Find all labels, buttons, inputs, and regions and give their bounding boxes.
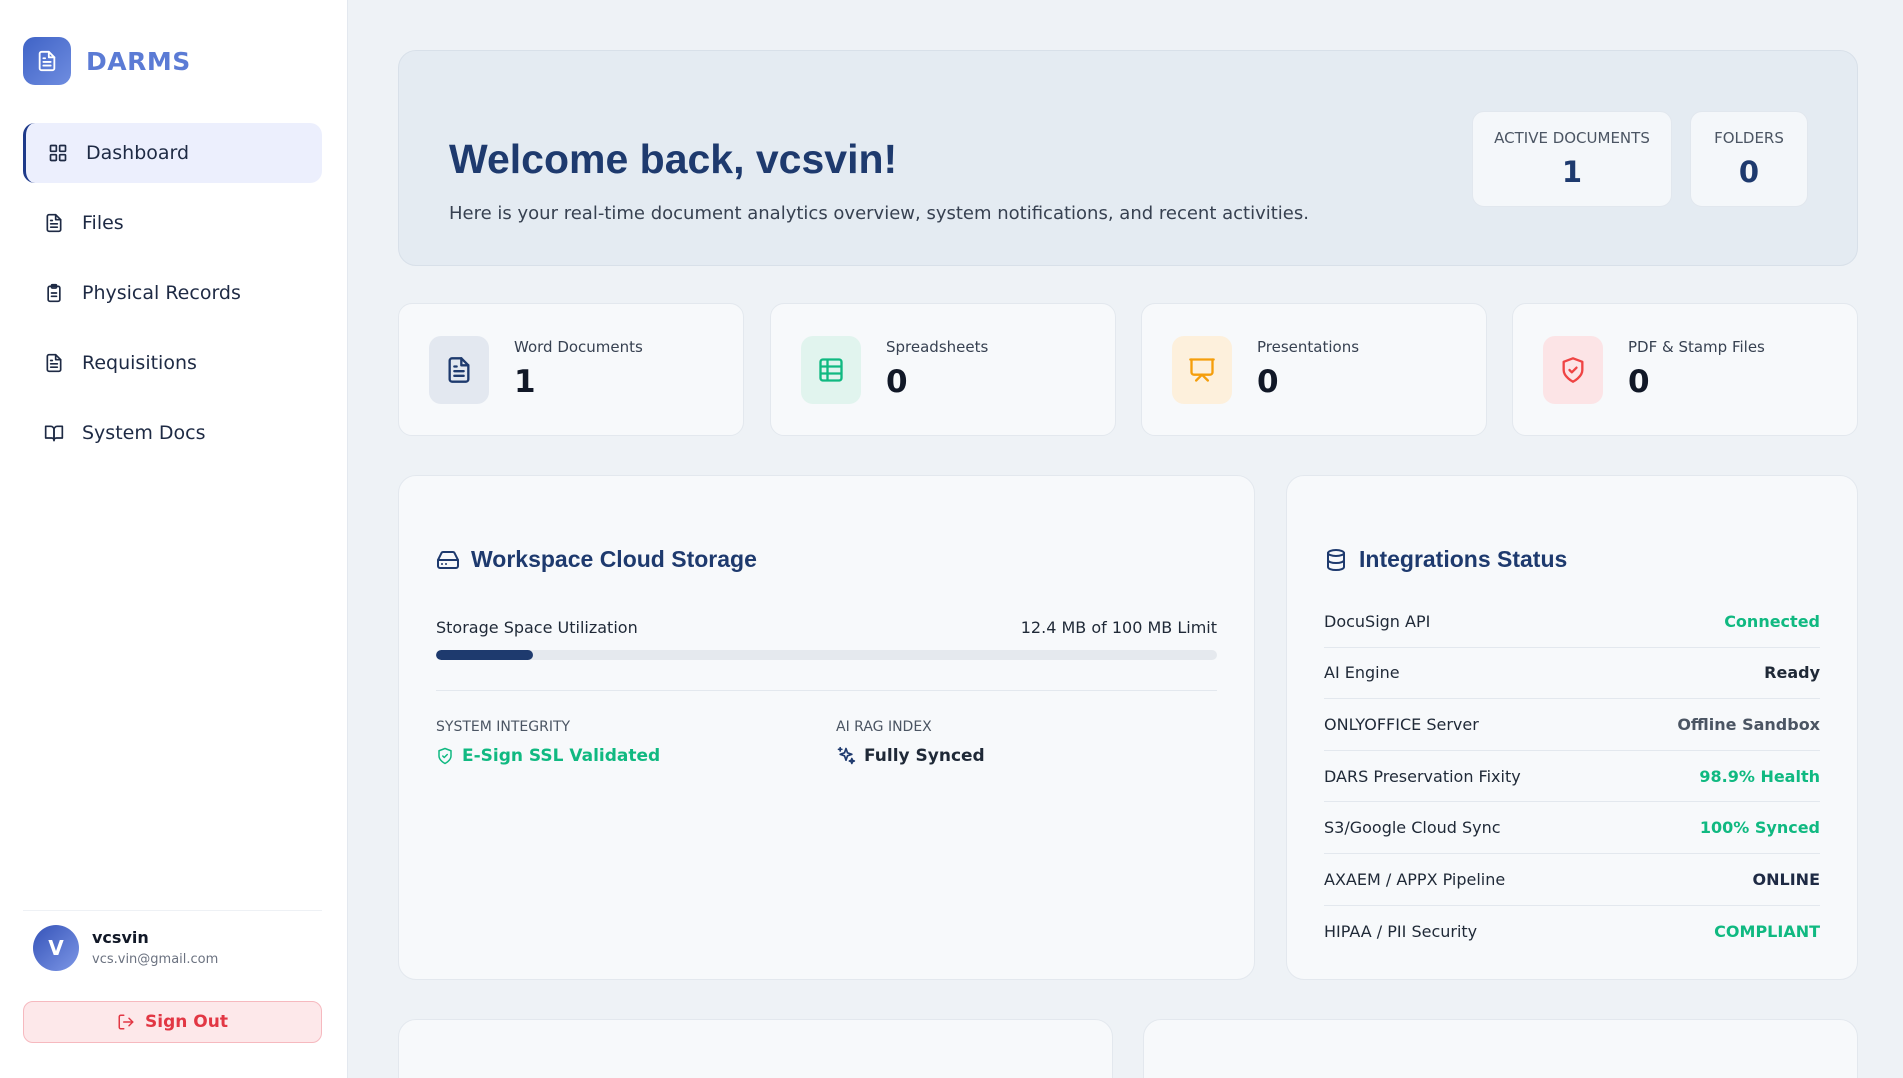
stat-value: 0 — [1257, 364, 1279, 400]
sidebar: DARMS Dashboard Files Physical Records R… — [0, 0, 348, 1078]
presentation-icon — [1172, 336, 1232, 404]
integration-status: Offline Sandbox — [1677, 714, 1820, 734]
active-documents-stat: ACTIVE DOCUMENTS 1 — [1472, 111, 1672, 207]
list-item: AXAEM / APPX Pipeline ONLINE — [1324, 854, 1820, 906]
sidebar-item-label: System Docs — [82, 422, 206, 444]
stat-label: FOLDERS — [1714, 129, 1784, 147]
user-card[interactable]: V vcsvin vcs.vin@gmail.com — [23, 910, 322, 984]
sidebar-item-files[interactable]: Files — [23, 193, 322, 253]
integration-name: S3/Google Cloud Sync — [1324, 818, 1501, 838]
sidebar-item-label: Dashboard — [86, 142, 190, 164]
sparkles-icon — [837, 746, 856, 765]
integration-status: Connected — [1724, 611, 1820, 631]
integration-name: ONLYOFFICE Server — [1324, 714, 1479, 734]
ai-rag-index-label: AI RAG INDEX — [836, 719, 932, 735]
sidebar-item-dashboard[interactable]: Dashboard — [23, 123, 322, 183]
system-integrity-value: E-Sign SSL Validated — [436, 746, 660, 766]
stat-card-spreadsheets[interactable]: Spreadsheets 0 — [770, 303, 1116, 436]
sidebar-item-requisitions[interactable]: Requisitions — [23, 333, 322, 393]
table-icon — [801, 336, 861, 404]
document-icon — [429, 336, 489, 404]
file-text-icon — [43, 352, 65, 374]
stat-value: 0 — [886, 364, 908, 400]
integration-name: DARS Preservation Fixity — [1324, 766, 1521, 786]
shield-check-icon — [1543, 336, 1603, 404]
integration-status: 98.9% Health — [1699, 766, 1820, 786]
list-item: AI Engine Ready — [1324, 648, 1820, 700]
list-item: S3/Google Cloud Sync 100% Synced — [1324, 802, 1820, 854]
sign-out-label: Sign Out — [145, 1012, 228, 1032]
clipboard-icon — [43, 282, 65, 304]
panel-title: Workspace Cloud Storage — [436, 546, 757, 573]
stat-value: 1 — [1561, 155, 1583, 189]
storage-progress-fill — [436, 650, 533, 660]
grid-icon — [47, 142, 69, 164]
bottom-panel-left — [398, 1019, 1113, 1078]
list-item: DocuSign API Connected — [1324, 596, 1820, 648]
brand-name: DARMS — [86, 46, 191, 76]
stat-label: Spreadsheets — [886, 338, 989, 356]
panel-title: Integrations Status — [1324, 546, 1567, 573]
storage-usage-text: 12.4 MB of 100 MB Limit — [1020, 618, 1217, 637]
stat-card-presentations[interactable]: Presentations 0 — [1141, 303, 1487, 436]
sidebar-nav: Dashboard Files Physical Records Requisi… — [23, 123, 322, 473]
integration-status: 100% Synced — [1699, 818, 1820, 838]
stat-label: PDF & Stamp Files — [1628, 338, 1765, 356]
integration-name: AI Engine — [1324, 663, 1400, 683]
sidebar-item-label: Files — [82, 212, 124, 234]
integration-status: ONLINE — [1752, 869, 1820, 889]
brand-logo-icon — [23, 37, 71, 85]
sidebar-item-label: Requisitions — [82, 352, 197, 374]
stat-value: 1 — [514, 364, 536, 400]
folders-stat: FOLDERS 0 — [1690, 111, 1808, 207]
list-item: HIPAA / PII Security COMPLIANT — [1324, 906, 1820, 958]
integration-name: HIPAA / PII Security — [1324, 921, 1478, 941]
list-item: DARS Preservation Fixity 98.9% Health — [1324, 751, 1820, 803]
storage-utilization-label: Storage Space Utilization — [436, 618, 638, 637]
file-icon — [43, 212, 65, 234]
panel-title-text: Integrations Status — [1359, 546, 1568, 572]
welcome-banner: Welcome back, vcsvin! Here is your real-… — [398, 50, 1858, 266]
stat-card-pdf-stamp-files[interactable]: PDF & Stamp Files 0 — [1512, 303, 1858, 436]
integrations-list: DocuSign API Connected AI Engine Ready ONL… — [1324, 596, 1820, 957]
storage-progress-bar — [436, 650, 1217, 660]
shield-check-icon — [438, 747, 452, 765]
stat-value: 0 — [1628, 364, 1650, 400]
user-email: vcs.vin@gmail.com — [92, 952, 219, 967]
sign-out-button[interactable]: Sign Out — [23, 1001, 322, 1043]
brand[interactable]: DARMS — [23, 37, 191, 85]
integration-name: DocuSign API — [1324, 611, 1431, 631]
stat-label: Word Documents — [514, 338, 643, 356]
bottom-panel-right — [1143, 1019, 1858, 1078]
page-title: Welcome back, vcsvin! — [449, 136, 898, 182]
stat-value: 0 — [1738, 155, 1760, 189]
book-icon — [43, 422, 65, 444]
logout-icon — [118, 1014, 134, 1030]
page-subtitle: Here is your real-time document analytic… — [449, 203, 1309, 224]
database-icon — [1327, 548, 1345, 571]
stat-label: Presentations — [1257, 338, 1360, 356]
user-name: vcsvin — [92, 928, 149, 947]
hard-drive-icon — [437, 550, 459, 569]
ai-rag-index-value: Fully Synced — [836, 746, 985, 766]
avatar: V — [33, 924, 79, 971]
stat-label: ACTIVE DOCUMENTS — [1494, 129, 1650, 147]
sidebar-item-label: Physical Records — [82, 282, 241, 304]
integrations-status-panel: Integrations Status DocuSign API Connecte… — [1286, 475, 1858, 980]
integration-status: Ready — [1764, 663, 1820, 683]
sidebar-item-physical-records[interactable]: Physical Records — [23, 263, 322, 323]
list-item: ONLYOFFICE Server Offline Sandbox — [1324, 699, 1820, 751]
integration-status: COMPLIANT — [1714, 921, 1820, 941]
panel-title-text: Workspace Cloud Storage — [471, 546, 757, 572]
integration-name: AXAEM / APPX Pipeline — [1324, 869, 1506, 889]
system-integrity-label: SYSTEM INTEGRITY — [436, 719, 571, 735]
stat-card-word-documents[interactable]: Word Documents 1 — [398, 303, 744, 436]
divider — [436, 690, 1217, 691]
sidebar-item-system-docs[interactable]: System Docs — [23, 403, 322, 463]
workspace-storage-panel: Workspace Cloud Storage Storage Space Ut… — [398, 475, 1255, 980]
